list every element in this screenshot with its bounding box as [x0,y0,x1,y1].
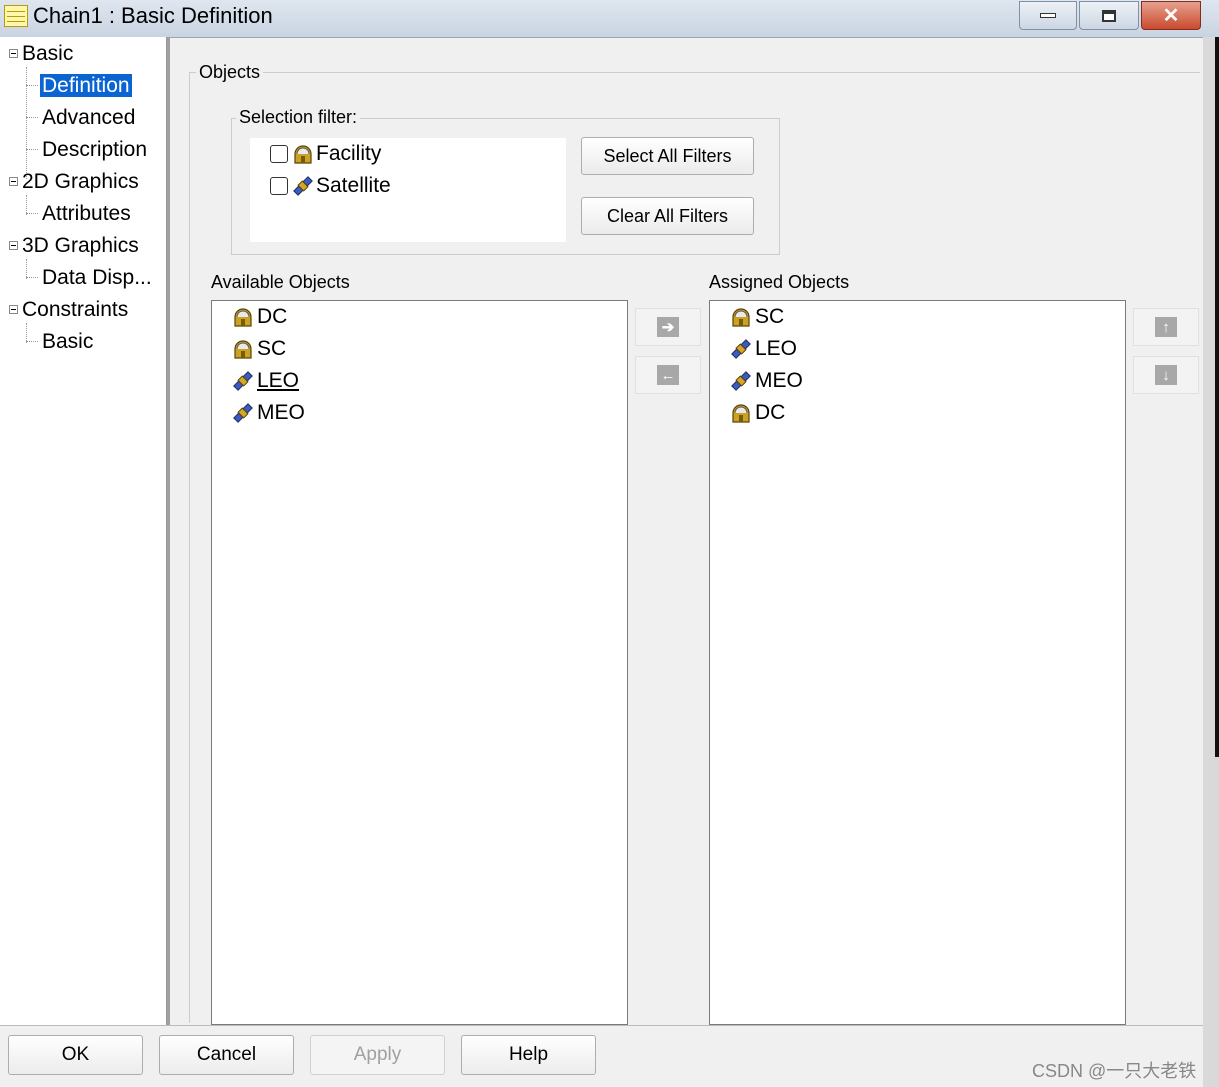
cancel-button[interactable]: Cancel [159,1035,294,1075]
selection-filter-list: Facility Satellite [250,138,566,242]
satellite-icon [730,370,752,392]
selection-filter-label: Selection filter: [236,107,361,128]
tree-node-description[interactable]: Description [42,136,147,164]
tree-node-2d-graphics[interactable]: 2D Graphics [9,168,139,196]
collapse-icon[interactable] [9,49,18,58]
tree-node-advanced[interactable]: Advanced [42,104,135,132]
properties-tree: Basic Definition Advanced Description 2D… [0,37,167,1025]
clear-all-filters-button[interactable]: Clear All Filters [581,197,754,235]
list-item[interactable]: MEO [730,369,803,393]
move-up-button[interactable]: ↑ [1133,308,1199,346]
tree-node-3d-graphics[interactable]: 3D Graphics [9,232,139,260]
facility-icon [232,306,254,328]
list-item[interactable]: SC [232,337,286,361]
window-title: Chain1 : Basic Definition [33,3,273,28]
bottom-divider [0,1025,1203,1026]
title-bar: Chain1 : Basic Definition ✕ [0,0,1219,38]
facility-icon [730,306,752,328]
filter-item-satellite[interactable]: Satellite [270,174,391,198]
tree-node-attributes[interactable]: Attributes [42,200,131,228]
tree-node-basic[interactable]: Basic [9,40,73,68]
facility-checkbox[interactable] [270,145,288,163]
facility-icon [232,338,254,360]
close-button[interactable]: ✕ [1141,1,1201,30]
tree-node-definition[interactable]: Definition [40,72,132,100]
list-item[interactable]: DC [232,305,287,329]
satellite-icon [730,338,752,360]
tree-node-constraints-basic[interactable]: Basic [42,328,93,356]
background-window-strip [1215,37,1219,757]
window-app-icon [4,5,28,27]
collapse-icon[interactable] [9,305,18,314]
minimize-button[interactable] [1019,1,1077,30]
assigned-objects-label: Assigned Objects [709,272,850,292]
objects-group-label: Objects [196,62,264,83]
arrow-down-icon: ↓ [1155,365,1177,385]
tree-node-data-display[interactable]: Data Disp... [42,264,152,292]
facility-icon [292,143,314,165]
watermark: CSDN @一只大老铁 [1032,1061,1197,1081]
list-item[interactable]: LEO [730,337,797,361]
maximize-button[interactable] [1079,1,1139,30]
facility-icon [730,402,752,424]
list-item[interactable]: LEO [232,369,299,393]
assign-button[interactable]: ➔ [635,308,701,346]
available-objects-list[interactable]: DC SC LEO MEO [211,300,628,1025]
filter-item-facility[interactable]: Facility [270,142,381,166]
satellite-checkbox[interactable] [270,177,288,195]
tree-node-constraints[interactable]: Constraints [9,296,128,324]
ok-button[interactable]: OK [8,1035,143,1075]
splitter[interactable] [167,37,170,1025]
collapse-icon[interactable] [9,177,18,186]
unassign-button[interactable]: ← [635,356,701,394]
satellite-icon [232,370,254,392]
available-objects-label: Available Objects [211,272,350,292]
move-down-button[interactable]: ↓ [1133,356,1199,394]
collapse-icon[interactable] [9,241,18,250]
arrow-left-icon: ← [657,365,679,385]
list-item[interactable]: MEO [232,401,305,425]
assigned-objects-list[interactable]: SC LEO MEO DC [709,300,1126,1025]
satellite-icon [292,175,314,197]
list-item[interactable]: DC [730,401,785,425]
help-button[interactable]: Help [461,1035,596,1075]
satellite-icon [232,402,254,424]
list-item[interactable]: SC [730,305,784,329]
apply-button[interactable]: Apply [310,1035,445,1075]
arrow-up-icon: ↑ [1155,317,1177,337]
select-all-filters-button[interactable]: Select All Filters [581,137,754,175]
arrow-right-icon: ➔ [657,317,679,337]
